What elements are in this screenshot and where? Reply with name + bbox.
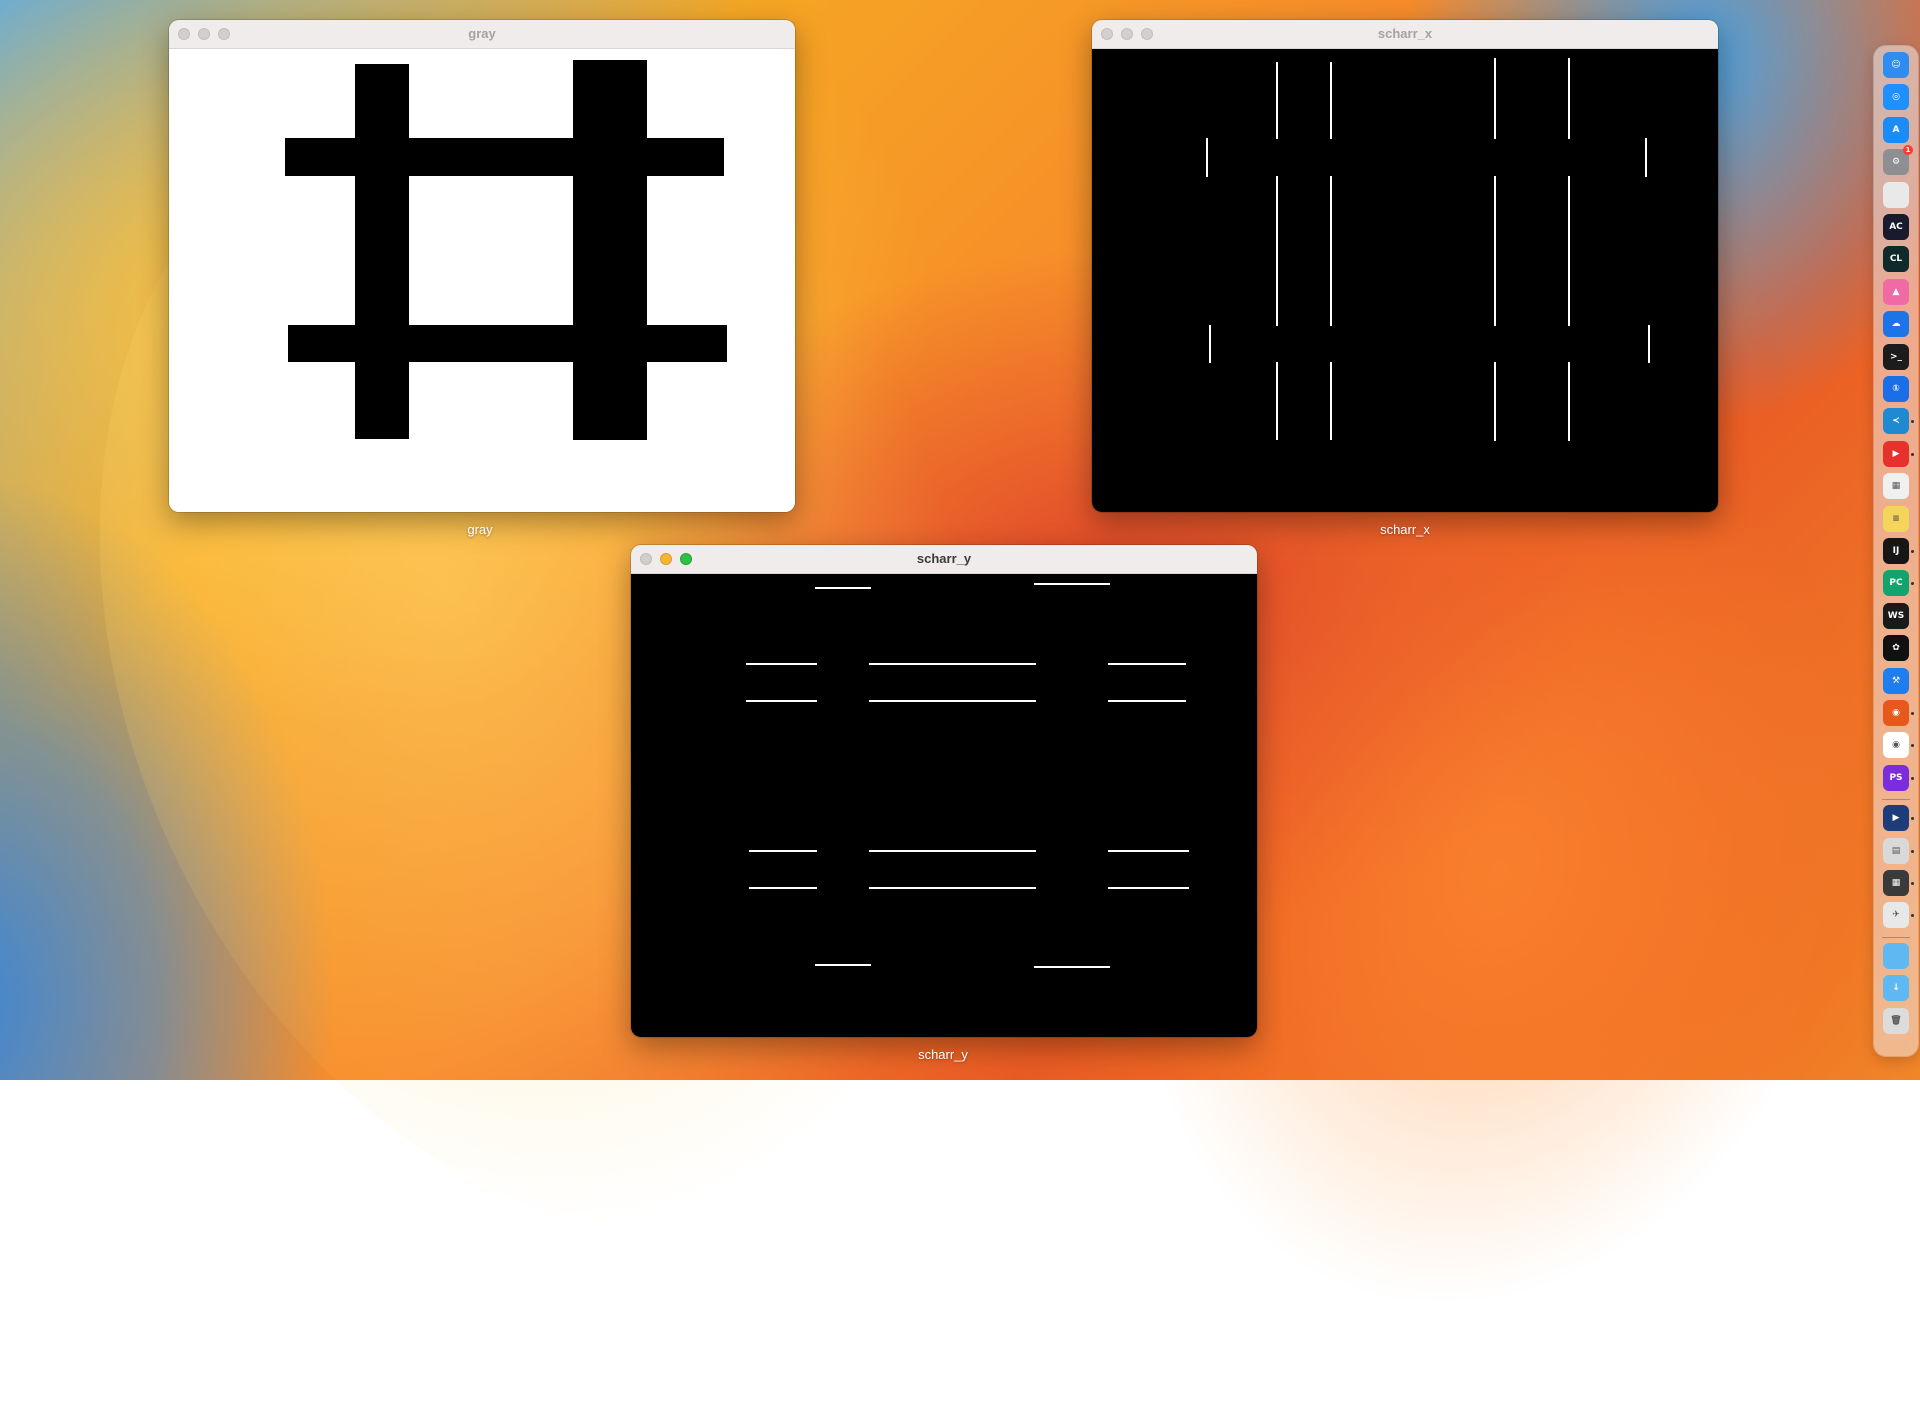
running-indicator <box>1911 776 1914 780</box>
scharr-x-edges <box>1206 58 1650 441</box>
appcode-icon[interactable]: AC <box>1883 214 1909 240</box>
webstorm-icon[interactable]: WS <box>1883 602 1909 629</box>
dock-separator <box>1882 799 1910 801</box>
terminal-icon[interactable]: >_ <box>1883 343 1909 370</box>
cloud-app-icon[interactable]: ☁ <box>1883 311 1909 338</box>
running-indicator <box>1911 849 1914 853</box>
running-indicator <box>1911 582 1914 586</box>
vscode-icon[interactable]: ≺ <box>1883 408 1914 435</box>
running-indicator <box>1911 744 1914 748</box>
chrome-icon[interactable]: ◉ <box>1883 732 1914 759</box>
video-app-icon[interactable]: ▶ <box>1883 805 1914 832</box>
gray-window[interactable]: gray <box>169 20 795 512</box>
stickies-icon[interactable]: ≡ <box>1883 505 1909 532</box>
calculator-icon[interactable]: ▦ <box>1883 870 1914 896</box>
scharr-x-window[interactable]: scharr_x <box>1092 20 1718 512</box>
running-indicator <box>1911 817 1914 821</box>
window-title: scharr_x <box>1377 26 1433 41</box>
gray-image <box>169 49 795 512</box>
downloads-folder-icon[interactable]: ↓ <box>1883 975 1909 1002</box>
running-indicator <box>1911 420 1914 424</box>
chatgpt-icon[interactable]: ✿ <box>1883 635 1909 662</box>
launchpad-icon[interactable]: ▦ <box>1883 473 1909 500</box>
gray-titlebar[interactable]: gray <box>169 20 795 49</box>
safari-icon[interactable]: ◎ <box>1883 84 1909 111</box>
firefox-icon[interactable]: ◉ <box>1883 700 1914 726</box>
preview-icon[interactable]: ▤ <box>1883 837 1914 864</box>
running-indicator <box>1911 452 1914 456</box>
1password-icon[interactable]: ① <box>1883 376 1909 402</box>
system-settings-icon[interactable]: ⚙ 1 <box>1883 145 1913 176</box>
scharr-x-titlebar[interactable]: scharr_x <box>1092 20 1718 49</box>
xcode-icon[interactable]: ⚒ <box>1883 667 1909 694</box>
scharr-y-image <box>631 574 1257 1037</box>
clion-icon[interactable]: CL <box>1883 246 1909 273</box>
intellij-icon[interactable]: IJ <box>1883 538 1914 564</box>
pycharm-icon[interactable]: PC <box>1883 570 1914 597</box>
notification-badge: 1 <box>1903 145 1913 156</box>
folder-icon[interactable] <box>1883 942 1909 969</box>
window-title: scharr_y <box>916 551 972 566</box>
scharr-x-label: scharr_x <box>1380 522 1430 537</box>
finder-icon[interactable]: ☺ <box>1883 52 1909 78</box>
notes-blank-icon[interactable] <box>1883 181 1909 208</box>
running-indicator <box>1911 882 1914 885</box>
running-indicator <box>1911 550 1914 553</box>
app-store-icon[interactable]: A <box>1883 116 1909 143</box>
trash-icon[interactable]: 🗑 <box>1883 1007 1909 1034</box>
gray-label: gray <box>467 522 493 537</box>
python-rocket-icon[interactable]: ✈ <box>1883 902 1914 929</box>
running-indicator <box>1911 712 1914 715</box>
scharr-y-titlebar[interactable]: scharr_y <box>631 545 1257 574</box>
scharr-y-label: scharr_y <box>918 1047 968 1062</box>
dock-separator <box>1882 936 1910 938</box>
dock: ☺ ◎ A ⚙ 1 AC CL ▲ ☁ >_ ① ≺ ▶ ▦ ≡ IJ PC WS ✿ ⚒ ◉ ◉ PS ▶ ▤ ▦ ✈ ↓ 🗑 <box>1874 46 1918 1056</box>
hash-shape <box>285 60 727 440</box>
red-app-icon[interactable]: ▶ <box>1883 440 1914 467</box>
scharr-x-image <box>1092 49 1718 512</box>
window-title: gray <box>468 26 496 41</box>
phpstorm-icon[interactable]: PS <box>1883 764 1914 791</box>
running-indicator <box>1911 914 1914 918</box>
scharr-y-window[interactable]: scharr_y <box>631 545 1257 1037</box>
pink-app-icon[interactable]: ▲ <box>1883 278 1909 305</box>
scharr-y-edges <box>746 583 1189 968</box>
